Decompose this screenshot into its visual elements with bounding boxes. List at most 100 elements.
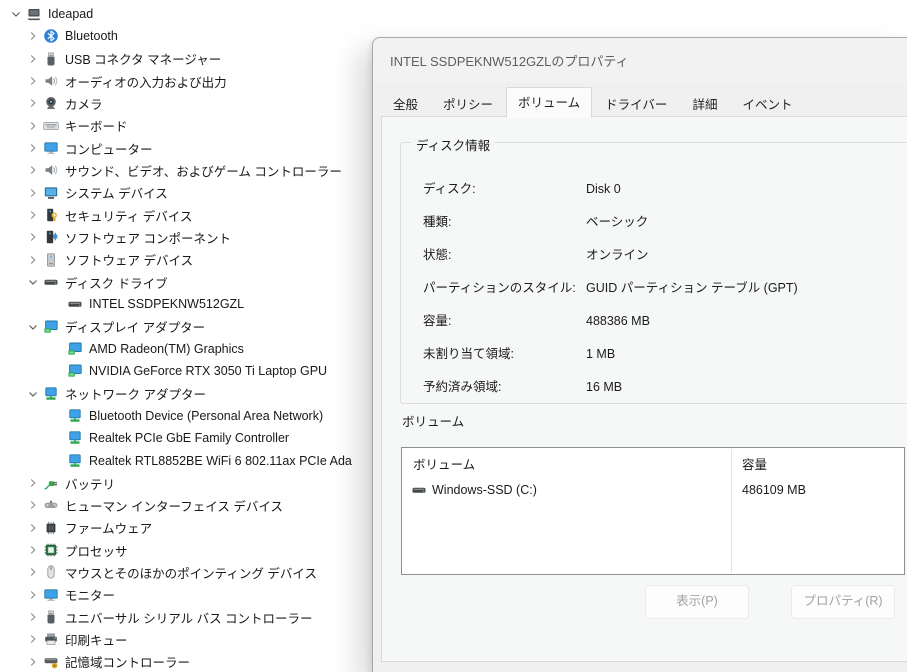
tree-item-label: ソフトウェア コンポーネント [65, 228, 235, 247]
tree-item[interactable]: Realtek PCIe GbE Family Controller [0, 427, 372, 449]
tree-item[interactable]: ディスク ドライブ [0, 271, 372, 293]
tree-item[interactable]: セキュリティ デバイス [0, 204, 372, 226]
tree-item[interactable]: ディスプレイ アダプター [0, 316, 372, 338]
tree-item[interactable]: システム デバイス [0, 182, 372, 204]
disk-icon [43, 274, 59, 290]
properties-dialog: INTEL SSDPEKNW512GZLのプロパティ 全般ポリシーボリュームドラ… [372, 37, 907, 672]
dialog-titlebar[interactable]: INTEL SSDPEKNW512GZLのプロパティ [373, 38, 907, 82]
network-adapter-icon [43, 386, 59, 402]
tab-inactive[interactable]: ドライバー [593, 92, 679, 117]
battery-icon [43, 475, 59, 491]
tree-item[interactable]: Bluetooth [0, 25, 372, 47]
tree-item[interactable]: ネットワーク アダプター [0, 383, 372, 405]
properties-button[interactable]: プロパティ(R) [791, 585, 895, 619]
disk-info-group-label: ディスク情報 [411, 135, 495, 154]
tree-item[interactable]: ソフトウェア コンポーネント [0, 226, 372, 248]
usb-icon [43, 51, 59, 67]
tree-item[interactable]: INTEL SSDPEKNW512GZL [0, 293, 372, 315]
chevron-right-icon[interactable] [23, 497, 43, 513]
tree-item[interactable]: ユニバーサル シリアル バス コントローラー [0, 606, 372, 628]
tree-item[interactable]: 印刷キュー [0, 628, 372, 650]
tree-item[interactable]: プロセッサ [0, 539, 372, 561]
chevron-right-icon[interactable] [23, 229, 43, 245]
info-label: ディスク: [423, 180, 476, 198]
chevron-right-icon[interactable] [23, 95, 43, 111]
show-button[interactable]: 表示(P) [645, 585, 749, 619]
network-adapter-icon [67, 408, 83, 424]
tree-item[interactable]: サウンド、ビデオ、およびゲーム コントローラー [0, 159, 372, 181]
tree-item[interactable]: バッテリ [0, 472, 372, 494]
info-value: オンライン [586, 246, 649, 264]
chevron-right-icon[interactable] [23, 654, 43, 670]
chevron-right-icon[interactable] [23, 609, 43, 625]
info-value: 16 MB [586, 378, 622, 396]
hid-icon [43, 497, 59, 513]
tree-item[interactable]: USB コネクタ マネージャー [0, 48, 372, 70]
tree-item-label: Realtek PCIe GbE Family Controller [89, 431, 293, 445]
info-label: 状態: [423, 246, 451, 264]
chevron-right-icon[interactable] [23, 73, 43, 89]
info-value: GUID パーティション テーブル (GPT) [586, 279, 798, 297]
processor-icon [43, 542, 59, 558]
chevron-right-icon[interactable] [23, 542, 43, 558]
tab-inactive[interactable]: 詳細 [680, 92, 729, 117]
disk-info-row: 状態: オンライン [423, 246, 907, 264]
tree-item[interactable]: ファームウェア [0, 517, 372, 539]
disk-info-row: ディスク:Disk 0 [423, 180, 907, 198]
tree-item-label: Bluetooth [65, 29, 122, 43]
chevron-down-icon[interactable] [6, 6, 26, 22]
tree-item[interactable]: オーディオの入力および出力 [0, 70, 372, 92]
tree-item-label: バッテリ [65, 474, 119, 493]
chevron-down-icon[interactable] [23, 386, 43, 402]
tree-item[interactable]: カメラ [0, 92, 372, 114]
tree-item[interactable]: コンピューター [0, 137, 372, 159]
column-header-volume[interactable]: ボリューム [413, 454, 475, 473]
disk-info-row: 種類:ベーシック [423, 213, 907, 231]
chevron-right-icon[interactable] [23, 520, 43, 536]
tree-item-label: NVIDIA GeForce RTX 3050 Ti Laptop GPU [89, 364, 331, 378]
tree-item[interactable]: モニター [0, 584, 372, 606]
chevron-right-icon[interactable] [23, 185, 43, 201]
tab-inactive[interactable]: イベント [730, 92, 804, 117]
tree-item[interactable]: Realtek RTL8852BE WiFi 6 802.11ax PCIe A… [0, 450, 372, 472]
volume-row[interactable]: Windows-SSD (C:)486109 MB [402, 479, 904, 501]
tab-active[interactable]: ボリューム [506, 87, 592, 118]
tree-item[interactable]: NVIDIA GeForce RTX 3050 Ti Laptop GPU [0, 360, 372, 382]
tab-inactive[interactable]: 全般 [381, 92, 430, 117]
tree-item[interactable]: AMD Radeon(TM) Graphics [0, 338, 372, 360]
keyboard-icon [43, 118, 59, 134]
chevron-right-icon[interactable] [23, 475, 43, 491]
tree-item-label: INTEL SSDPEKNW512GZL [89, 297, 248, 311]
device-manager-screen: Ideapad Bluetooth USB コネクタ マネージャーオーディオの入力お… [0, 0, 907, 672]
tree-item[interactable]: ヒューマン インターフェイス デバイス [0, 494, 372, 516]
tree-item-label: USB コネクタ マネージャー [65, 49, 225, 68]
chevron-right-icon[interactable] [23, 118, 43, 134]
column-header-capacity[interactable]: 容量 [742, 454, 767, 473]
tree-item-label: システム デバイス [65, 183, 172, 202]
chevron-right-icon[interactable] [23, 207, 43, 223]
chevron-right-icon[interactable] [23, 252, 43, 268]
chevron-down-icon[interactable] [23, 274, 43, 290]
chevron-right-icon[interactable] [23, 564, 43, 580]
chevron-right-icon[interactable] [23, 162, 43, 178]
volume-list[interactable]: ボリューム 容量 Windows-SSD (C:)486109 MB [401, 447, 905, 575]
tab-inactive[interactable]: ポリシー [431, 92, 505, 117]
chevron-right-icon[interactable] [23, 631, 43, 647]
chevron-right-icon[interactable] [23, 51, 43, 67]
software-component-icon [43, 229, 59, 245]
info-value: 1 MB [586, 345, 615, 363]
tree-item[interactable]: Bluetooth Device (Personal Area Network) [0, 405, 372, 427]
chevron-right-icon[interactable] [23, 587, 43, 603]
chevron-down-icon[interactable] [23, 319, 43, 335]
tree-item[interactable]: 記憶域コントローラー [0, 651, 372, 672]
tree-item-label: プロセッサ [65, 541, 132, 560]
tree-item-label: ディスク ドライブ [65, 273, 172, 292]
tree-item[interactable]: Ideapad [0, 3, 372, 25]
chevron-right-icon[interactable] [23, 140, 43, 156]
tree-item[interactable]: ソフトウェア デバイス [0, 249, 372, 271]
tree-item-label: ネットワーク アダプター [65, 384, 210, 403]
info-label: 容量: [423, 312, 451, 330]
tree-item[interactable]: キーボード [0, 115, 372, 137]
chevron-right-icon[interactable] [23, 28, 43, 44]
tree-item[interactable]: マウスとそのほかのポインティング デバイス [0, 561, 372, 583]
